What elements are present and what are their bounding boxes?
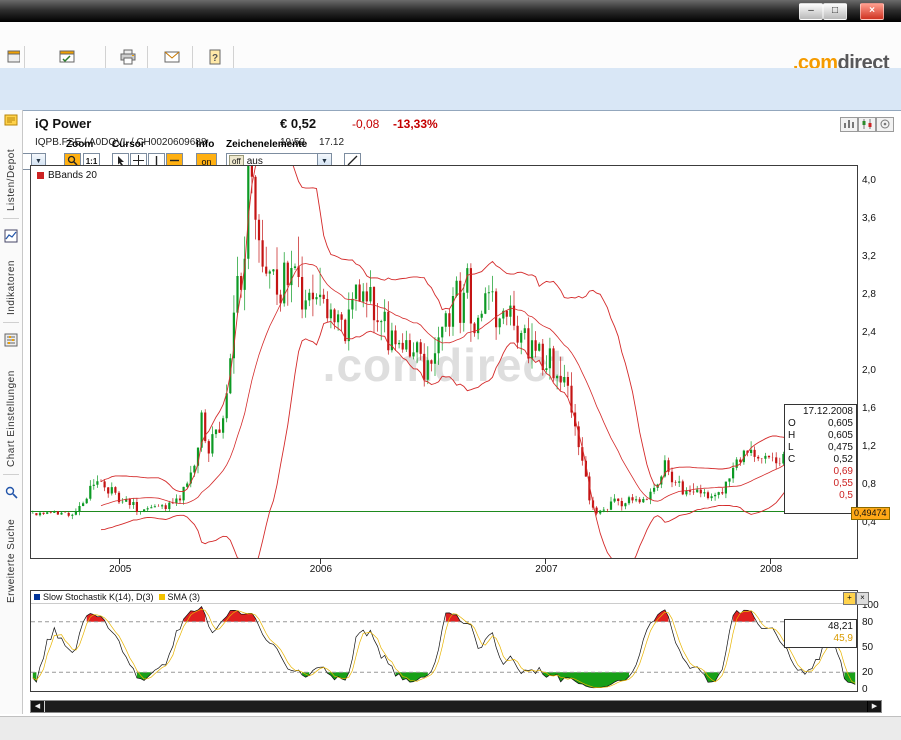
bbands-legend-label: BBands 20 xyxy=(48,170,97,181)
minimize-button[interactable]: – xyxy=(799,3,823,20)
open-value: 0,605 xyxy=(828,418,853,430)
application-window: – □ × eren Benchmark Druck xyxy=(0,0,901,740)
high-value: 0,605 xyxy=(828,430,853,442)
sidebar-separator xyxy=(3,474,19,475)
sidebar-tab-chart-einstellungen[interactable]: Chart Einstellungen xyxy=(6,355,17,467)
high-label: H xyxy=(788,430,795,442)
stoch-k-legend-label: Slow Stochastik K(14), D(3) xyxy=(43,592,154,602)
window-titlebar: – □ × xyxy=(0,0,901,22)
axis-tick-label: 3,6 xyxy=(862,213,876,224)
sidebar-separator xyxy=(3,322,19,323)
axis-tick-label: 20 xyxy=(862,667,873,678)
left-sidebar: Listen/Depot Indikatoren Chart Einstellu… xyxy=(0,110,23,714)
chart-controlbar: Zoom Cursor Info Zeichenelemente ▼ 1:1 xyxy=(0,68,901,111)
scrollbar-left-button[interactable]: ◀ xyxy=(31,701,44,712)
gear-icon xyxy=(879,116,891,134)
indikatoren-icon[interactable] xyxy=(4,229,18,248)
quote-date: 17.12 xyxy=(319,137,344,148)
last-price-tag: 0,49474 xyxy=(851,507,890,520)
close-value: 0,52 xyxy=(834,454,853,466)
axis-tick-label: 80 xyxy=(862,617,873,628)
stoch-k-value: 48,21 xyxy=(788,621,853,633)
axis-tick-label: 0 xyxy=(862,684,868,695)
band-upper-value: 0,69 xyxy=(788,466,853,478)
bbands-legend-swatch xyxy=(37,172,44,179)
window-footer xyxy=(0,716,901,740)
erweiterte-suche-icon[interactable] xyxy=(4,485,18,504)
stoch-expand-button[interactable]: + xyxy=(843,592,856,605)
infobox-date: 17.12.2008 xyxy=(788,406,853,418)
stoch-sma-legend-label: SMA (3) xyxy=(168,592,201,602)
bar-chart-icon xyxy=(843,116,855,134)
low-label: L xyxy=(788,442,794,454)
main-chart-plot[interactable] xyxy=(31,166,857,558)
axis-tick-label: 0,8 xyxy=(862,479,876,490)
printer-icon xyxy=(120,49,136,65)
chart-settings-button[interactable] xyxy=(876,117,894,132)
scrollbar-right-button[interactable]: ▶ xyxy=(868,701,881,712)
quote-timestamp: 19:52 17.12 xyxy=(280,137,344,148)
email-icon xyxy=(164,49,180,65)
axis-tick-label: 2,4 xyxy=(862,327,876,338)
axis-tick-label: 2006 xyxy=(306,564,336,575)
axis-tick-label: 3,2 xyxy=(862,251,876,262)
sidebar-separator xyxy=(3,218,19,219)
axis-tick-label: 50 xyxy=(862,642,873,653)
chart-style-candle-button[interactable] xyxy=(858,117,876,132)
partial-icon xyxy=(4,49,20,65)
main-toolbar: eren Benchmark Druck E-Mail ? xyxy=(0,22,901,69)
axis-tick-label: 2007 xyxy=(531,564,561,575)
low-value: 0,475 xyxy=(828,442,853,454)
sidebar-tab-listen-depot[interactable]: Listen/Depot xyxy=(6,135,17,211)
stochastic-legend: Slow Stochastik K(14), D(3) SMA (3) xyxy=(31,591,857,604)
stoch-close-button[interactable]: × xyxy=(856,592,869,605)
open-label: O xyxy=(788,418,796,430)
chart-einstellungen-icon[interactable] xyxy=(4,333,18,352)
axis-tick-label: 2,8 xyxy=(862,289,876,300)
instrument-identifiers: IQPB.FSE / A0DQVL / CH0020609688 xyxy=(35,137,206,148)
stoch-k-legend-swatch xyxy=(34,594,40,600)
sidebar-tab-erweiterte-suche[interactable]: Erweiterte Suche xyxy=(6,507,17,603)
close-button[interactable]: × xyxy=(860,3,884,20)
stochastic-plot[interactable] xyxy=(31,604,857,691)
benchmark-icon xyxy=(59,49,75,65)
instrument-price: € 0,52 xyxy=(280,116,316,131)
stoch-sma-legend-swatch xyxy=(159,594,165,600)
axis-tick-label: 2008 xyxy=(756,564,786,575)
svg-text:?: ? xyxy=(212,53,218,64)
candlestick-icon xyxy=(861,116,873,134)
sidebar-tab-indikatoren[interactable]: Indikatoren xyxy=(6,251,17,315)
price-change: -0,08 xyxy=(352,117,379,131)
price-change-percent: -13,33% xyxy=(393,117,438,131)
axis-tick-label: 1,6 xyxy=(862,403,876,414)
instrument-name: iQ Power xyxy=(35,116,91,131)
band-middle-value: 0,55 xyxy=(788,478,853,490)
help-icon: ? xyxy=(207,49,223,65)
scrollbar-thumb[interactable] xyxy=(45,701,868,712)
stochastic-infobox: 48,21 45,9 xyxy=(784,619,857,648)
band-lower-value: 0,5 xyxy=(788,490,853,502)
quote-time: 19:52 xyxy=(280,137,305,148)
axis-tick-label: 2,0 xyxy=(862,365,876,376)
stoch-sma-value: 45,9 xyxy=(788,633,853,645)
axis-tick-label: 2005 xyxy=(105,564,135,575)
listen-depot-icon[interactable] xyxy=(4,113,18,132)
axis-tick-label: 4,0 xyxy=(862,175,876,186)
close-label: C xyxy=(788,454,795,466)
chart-style-bars-button[interactable] xyxy=(840,117,858,132)
bbands-legend: BBands 20 xyxy=(37,170,97,181)
horizontal-scrollbar[interactable]: ◀ ▶ xyxy=(30,700,882,713)
maximize-button[interactable]: □ xyxy=(823,3,847,20)
axis-tick-label: 1,2 xyxy=(862,441,876,452)
ohlc-infobox: 17.12.2008 O 0,605 H 0,605 L 0,475 C 0,52 0,… xyxy=(784,404,857,514)
